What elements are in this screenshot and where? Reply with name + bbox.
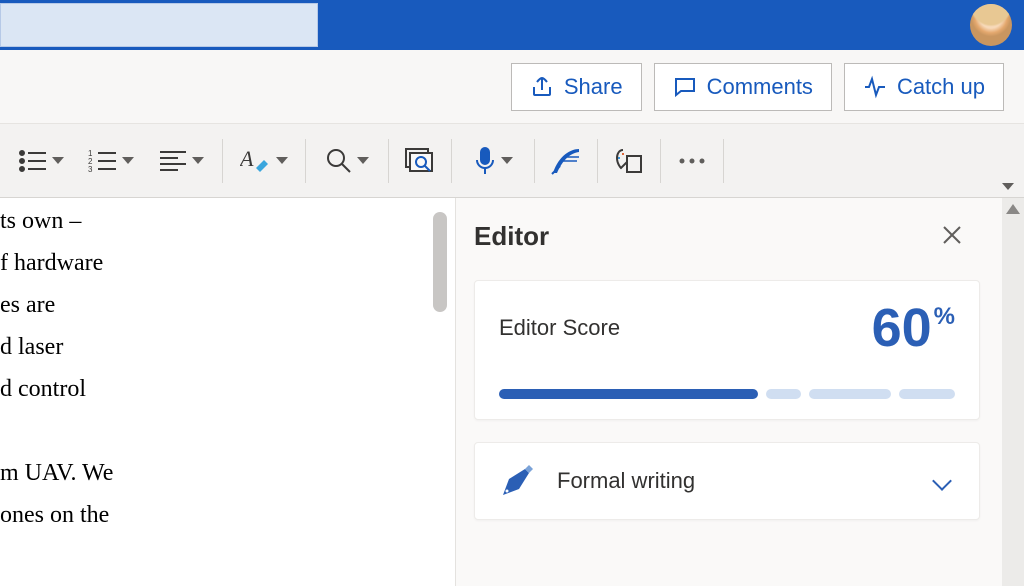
comments-button[interactable]: Comments <box>654 63 832 111</box>
dictate-button[interactable] <box>460 136 526 186</box>
styles-button[interactable]: A <box>231 136 297 186</box>
close-editor-button[interactable] <box>936 214 968 258</box>
more-button[interactable] <box>669 136 715 186</box>
share-label: Share <box>564 74 623 100</box>
ribbon: 1 2 3 A <box>0 124 1024 198</box>
svg-text:A: A <box>240 146 254 171</box>
chevron-down-icon <box>276 157 288 164</box>
numbered-list-button[interactable]: 1 2 3 <box>78 136 144 186</box>
quill-icon <box>549 145 583 177</box>
score-segment-empty <box>809 389 891 399</box>
score-segment-empty <box>766 389 801 399</box>
catch-up-label: Catch up <box>897 74 985 100</box>
share-button[interactable]: Share <box>511 63 642 111</box>
close-icon <box>942 225 962 245</box>
chevron-down-icon <box>932 471 952 491</box>
designer-button[interactable] <box>606 136 652 186</box>
pen-icon <box>499 463 535 499</box>
scroll-up-icon[interactable] <box>1006 204 1020 214</box>
styles-icon: A <box>240 146 272 176</box>
document-text: ts own – f hardware es are d laser d con… <box>0 198 455 536</box>
ellipsis-icon <box>677 156 707 166</box>
title-bar <box>0 0 1024 50</box>
editor-score-card[interactable]: Editor Score 60% <box>474 280 980 420</box>
find-button[interactable] <box>314 136 380 186</box>
user-avatar[interactable] <box>970 4 1012 46</box>
chevron-down-icon <box>192 157 204 164</box>
reading-view-button[interactable] <box>397 136 443 186</box>
writing-style-card[interactable]: Formal writing <box>474 442 980 520</box>
designer-icon <box>613 146 645 176</box>
score-segment-filled <box>499 389 758 399</box>
editor-score-label: Editor Score <box>499 315 620 341</box>
document-title-input[interactable] <box>0 3 318 47</box>
separator <box>723 139 724 183</box>
align-icon <box>158 148 188 174</box>
editor-button[interactable] <box>543 136 589 186</box>
chevron-down-icon <box>357 157 369 164</box>
bullets-icon <box>18 148 48 174</box>
chevron-down-icon <box>122 157 134 164</box>
numbered-list-icon: 1 2 3 <box>88 148 118 174</box>
collapse-ribbon-button[interactable] <box>1000 177 1014 195</box>
search-icon <box>325 147 353 175</box>
share-icon <box>530 75 554 99</box>
microphone-icon <box>473 146 497 176</box>
editor-pane-title: Editor <box>474 221 549 252</box>
activity-icon <box>863 75 887 99</box>
catch-up-button[interactable]: Catch up <box>844 63 1004 111</box>
svg-text:3: 3 <box>88 165 93 174</box>
align-button[interactable] <box>148 136 214 186</box>
document-canvas[interactable]: ts own – f hardware es are d laser d con… <box>0 198 455 586</box>
chevron-down-icon <box>52 157 64 164</box>
content-area: ts own – f hardware es are d laser d con… <box>0 198 1024 586</box>
editor-score-bar <box>499 389 955 399</box>
writing-style-label: Formal writing <box>557 468 913 494</box>
document-scrollbar[interactable] <box>433 212 447 312</box>
chevron-down-icon <box>1002 183 1014 190</box>
reading-view-icon <box>404 147 436 175</box>
bullets-button[interactable] <box>8 136 74 186</box>
comment-icon <box>673 75 697 99</box>
pane-scrollbar[interactable] <box>1002 198 1024 586</box>
editor-pane: Editor Editor Score 60% <box>455 198 1002 586</box>
editor-score-value: 60% <box>872 301 955 355</box>
chevron-down-icon <box>501 157 513 164</box>
comments-label: Comments <box>707 74 813 100</box>
command-row: Share Comments Catch up <box>0 50 1024 124</box>
score-segment-empty <box>899 389 955 399</box>
